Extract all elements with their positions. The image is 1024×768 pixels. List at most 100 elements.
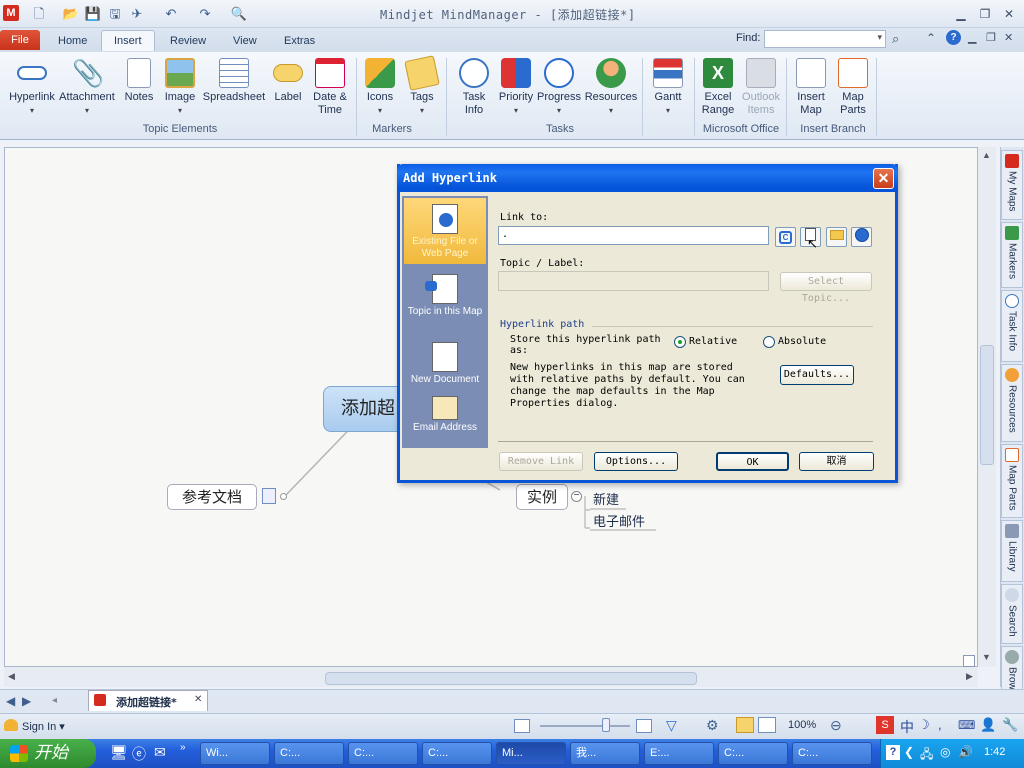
taskbar-item[interactable]: Wi... <box>200 742 270 765</box>
new-document-icon <box>432 342 458 372</box>
ime-chinese-icon[interactable]: 中 <box>900 717 914 737</box>
document-tab-close-button[interactable]: ✕ <box>194 694 202 705</box>
topic-label-input <box>498 271 769 291</box>
ime-user-icon[interactable]: 👤 <box>980 717 996 733</box>
topic-label-label: Topic / Label: <box>500 258 585 269</box>
map-view-icon[interactable] <box>736 717 754 733</box>
fit-map-icon[interactable] <box>636 719 652 733</box>
horizontal-scroll-thumb[interactable] <box>325 672 697 685</box>
sidebar-tab-resources[interactable]: Resources <box>1001 364 1023 442</box>
link-to-label: Link to: <box>500 212 549 223</box>
dialog-title: Add Hyperlink <box>397 164 898 192</box>
absolute-label[interactable]: Absolute <box>778 336 826 347</box>
ime-tools-icon[interactable]: 🔧 <box>1002 717 1018 733</box>
filter-icon[interactable]: ▽ <box>666 717 677 734</box>
taskbar-item[interactable]: C:... <box>718 742 788 765</box>
taskbar-item[interactable]: C:... <box>348 742 418 765</box>
email-icon <box>432 396 458 420</box>
browse-web-button[interactable] <box>851 227 872 247</box>
taskbar-clock: 1:42 <box>984 746 1006 758</box>
taskbar-item[interactable]: C:... <box>422 742 492 765</box>
footer-divider <box>498 441 873 442</box>
markers-icon <box>1005 226 1019 240</box>
tab-scroll-left-icon[interactable]: ◂ <box>52 695 57 706</box>
scroll-right-icon[interactable]: ▶ <box>966 671 973 682</box>
vertical-scroll-thumb[interactable] <box>980 345 994 465</box>
ok-button[interactable]: OK <box>716 452 789 471</box>
zoom-level: 100% <box>788 719 817 731</box>
defaults-button[interactable]: Defaults... <box>780 365 854 385</box>
tray-network-icon[interactable]: 🖧 <box>920 745 933 766</box>
nav-forward-icon[interactable]: ▶ <box>22 694 31 708</box>
quicklaunch-more-icon[interactable]: » <box>180 742 186 753</box>
subtopic-email[interactable]: 电子邮件 <box>593 511 645 530</box>
cancel-button[interactable]: 取消 <box>799 452 874 471</box>
ime-moon-icon[interactable]: ☽ <box>918 717 930 733</box>
relative-label[interactable]: Relative <box>689 336 737 347</box>
settings-icon[interactable]: ⚙ <box>706 717 719 734</box>
nav-existing-file[interactable]: Existing File or Web Page <box>404 198 486 264</box>
nav-topic-in-map[interactable]: Topic in this Map <box>404 268 486 334</box>
hyperlink-path-heading: Hyperlink path <box>500 319 585 330</box>
scroll-left-icon[interactable]: ◀ <box>8 671 15 682</box>
topic-reference-docs[interactable]: 参考文档 <box>167 484 257 510</box>
topic-icon <box>425 274 458 304</box>
copy-link-button[interactable]: C <box>775 227 796 247</box>
taskbar-item[interactable]: E:... <box>644 742 714 765</box>
notes-marker-icon[interactable] <box>262 488 276 504</box>
page-view-icon[interactable] <box>514 719 530 733</box>
zoom-slider-track[interactable] <box>540 725 630 727</box>
quicklaunch-ie-icon[interactable]: ⓔ <box>132 744 146 764</box>
taskbar-item[interactable]: 我... <box>570 742 640 765</box>
sidebar-tab-map-parts[interactable]: Map Parts <box>1001 444 1023 518</box>
subtopic-new[interactable]: 新建 <box>593 489 619 508</box>
sidebar-tab-my-maps[interactable]: My Maps <box>1001 150 1023 220</box>
search-side-icon <box>1005 588 1019 602</box>
relative-radio[interactable] <box>674 336 686 348</box>
outline-view-icon[interactable] <box>758 717 776 733</box>
web-page-icon <box>432 204 458 234</box>
scroll-up-icon[interactable]: ▲ <box>982 150 991 160</box>
ime-keyboard-icon[interactable]: ⌨ <box>958 718 975 732</box>
taskbar-item-active[interactable]: Mi... <box>496 742 566 765</box>
nav-back-icon[interactable]: ◀ <box>6 694 15 708</box>
map-parts-side-icon <box>1005 448 1019 462</box>
quicklaunch-mail-icon[interactable]: ✉ <box>154 744 166 761</box>
store-path-label: Store this hyperlink path as: <box>510 334 661 356</box>
dialog-close-button[interactable]: ✕ <box>873 168 894 189</box>
tray-app-icon[interactable]: ◎ <box>940 745 950 759</box>
zoom-fit-icon[interactable] <box>963 655 975 667</box>
zoom-out-icon[interactable]: ⊖ <box>830 717 842 734</box>
mouse-cursor-icon: ↖ <box>807 236 818 251</box>
sidebar-tab-markers[interactable]: Markers <box>1001 222 1023 288</box>
task-info-side-icon <box>1005 294 1019 308</box>
browser-icon <box>1005 650 1019 664</box>
sidebar-tab-search[interactable]: Search <box>1001 584 1023 644</box>
topic-example[interactable]: 实例 <box>516 484 568 510</box>
ime-sogou-icon[interactable]: S <box>876 716 894 734</box>
options-button[interactable]: Options... <box>594 452 678 471</box>
tray-help-icon[interactable]: ? <box>886 745 900 760</box>
quicklaunch-desktop-icon[interactable]: 🖥 <box>110 744 128 761</box>
sign-in-link[interactable]: Sign In ▾ <box>22 720 65 733</box>
taskbar-item[interactable]: C:... <box>792 742 872 765</box>
nav-email-address[interactable]: Email Address <box>404 390 486 456</box>
tray-volume-icon[interactable]: 🔊 <box>958 745 973 759</box>
scroll-down-icon[interactable]: ▼ <box>982 652 991 662</box>
select-topic-button: Select Topic... <box>780 272 872 304</box>
tray-expand-icon[interactable]: ❮ <box>904 745 914 759</box>
absolute-radio[interactable] <box>763 336 775 348</box>
zoom-slider-thumb[interactable] <box>602 718 610 732</box>
windows-logo-icon <box>10 745 28 762</box>
ime-punct-icon[interactable]: , <box>938 717 942 732</box>
sidebar-tab-task-info[interactable]: Task Info <box>1001 290 1023 362</box>
sidebar-tab-library[interactable]: Library <box>1001 520 1023 582</box>
link-to-input[interactable]: . <box>498 226 769 245</box>
collapse-dot-icon[interactable] <box>280 493 287 500</box>
collapse-toggle-icon[interactable]: − <box>571 491 582 502</box>
browse-folder-button[interactable] <box>826 227 847 247</box>
my-maps-icon <box>1005 154 1019 168</box>
taskbar-item[interactable]: C:... <box>274 742 344 765</box>
sign-in-icon <box>4 719 18 731</box>
clipboard-icon: C <box>779 231 792 244</box>
